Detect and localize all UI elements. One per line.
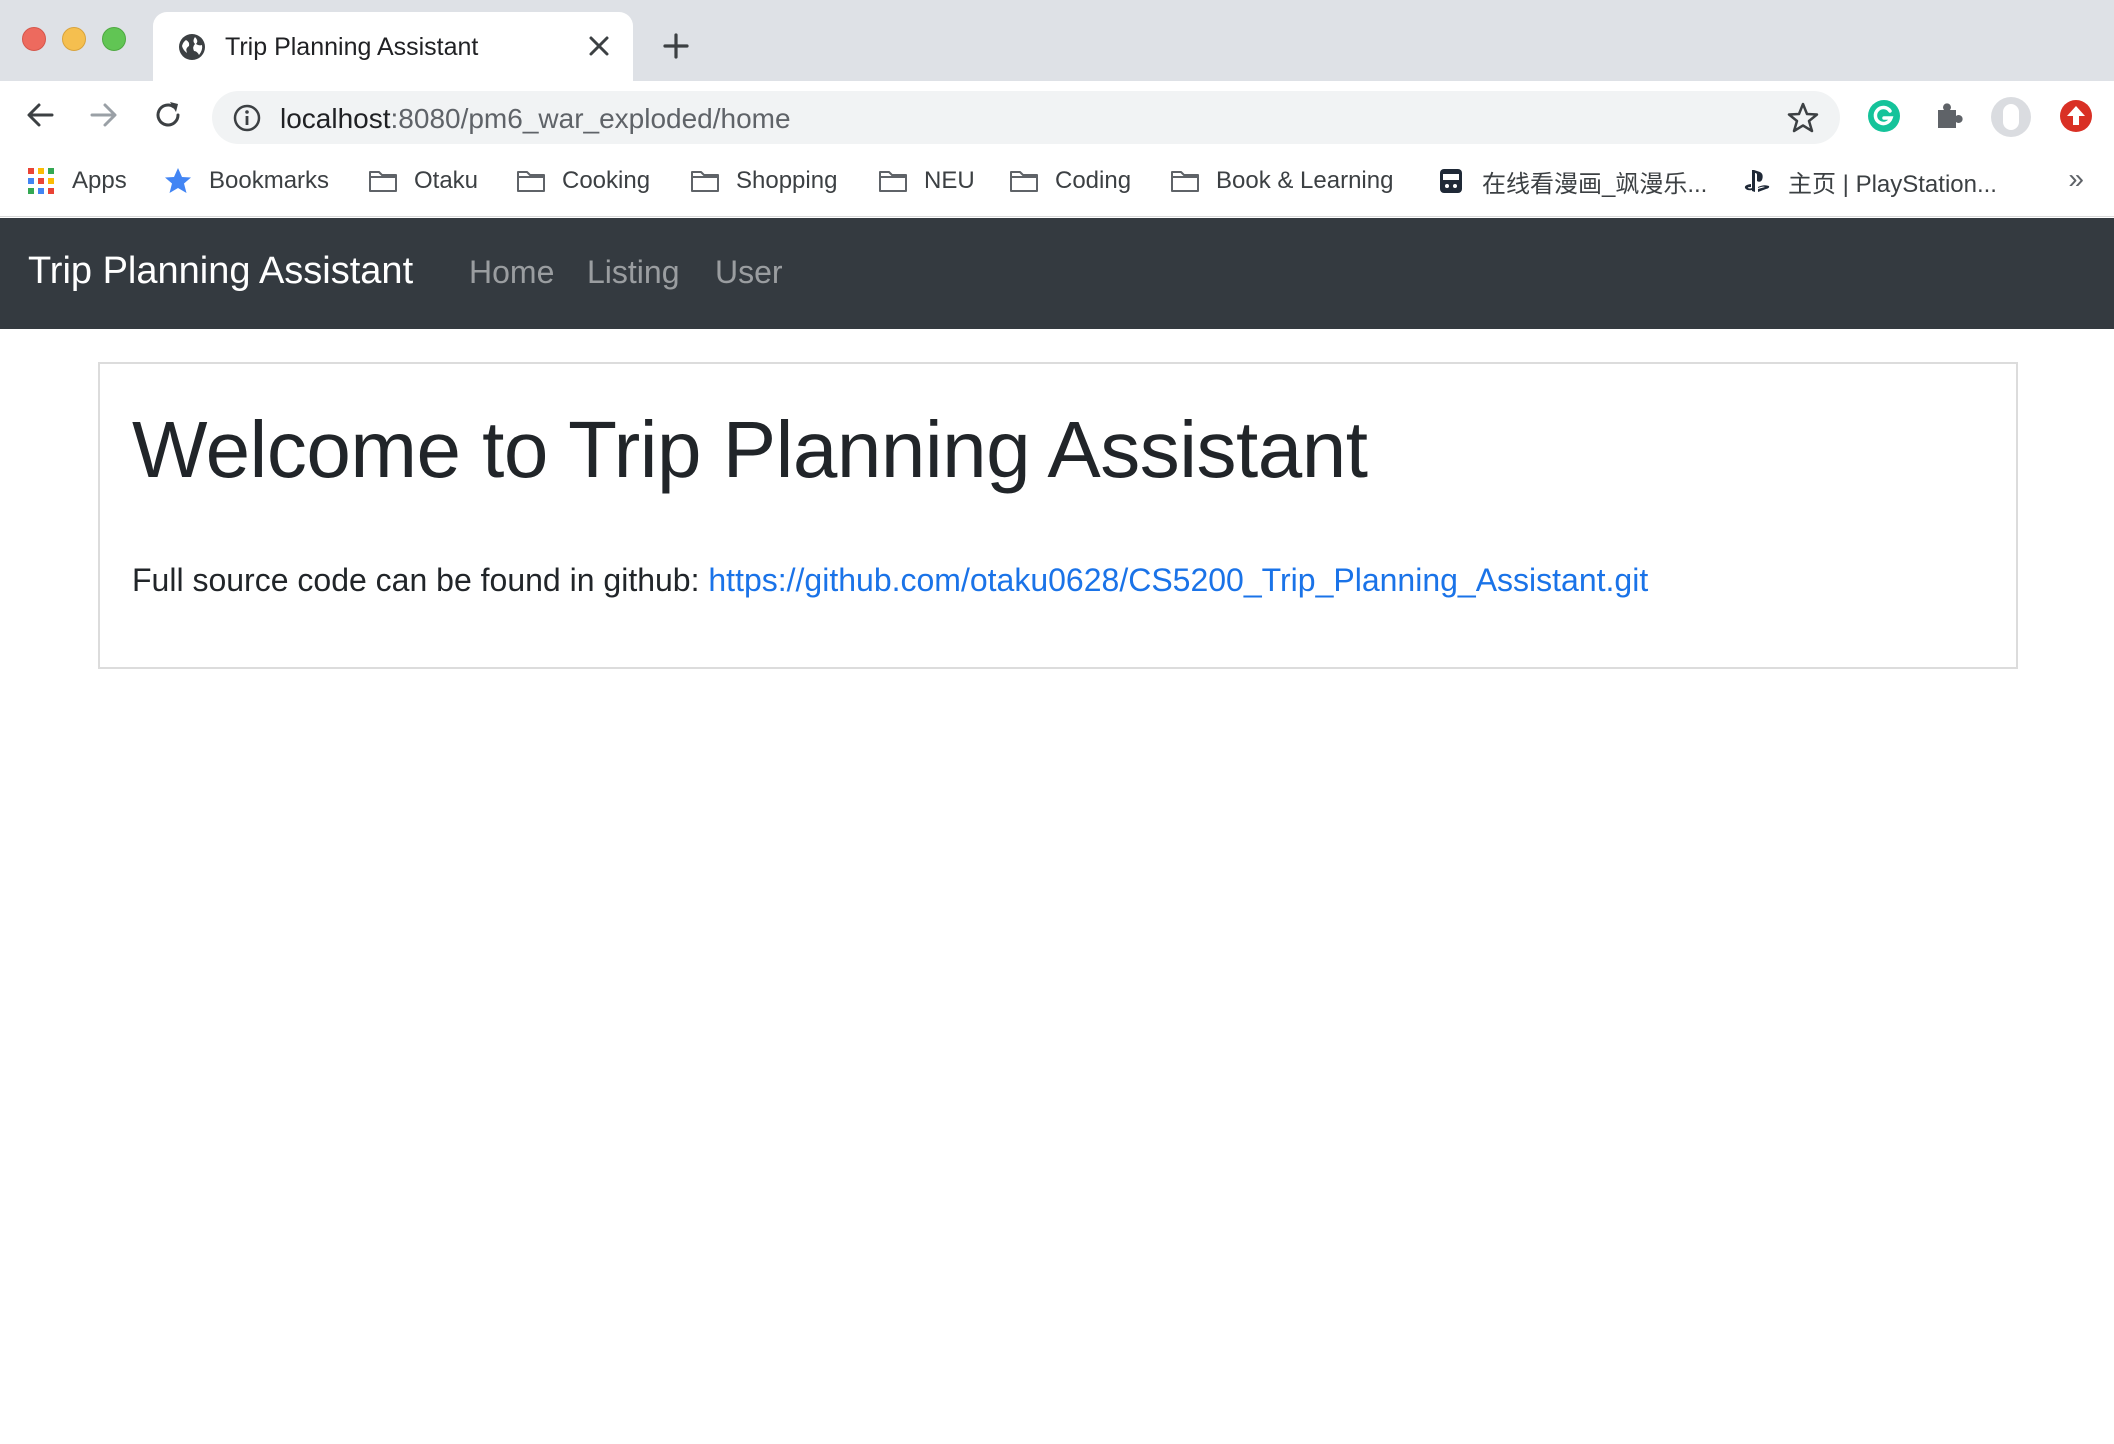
update-arrow-icon[interactable] <box>2058 98 2094 134</box>
page-title: Welcome to Trip Planning Assistant <box>132 405 1368 494</box>
url-path: :8080/pm6_war_exploded/home <box>390 103 791 134</box>
globe-icon <box>179 34 205 60</box>
bookmark-label: 在线看漫画_飒漫乐... <box>1482 170 1708 198</box>
extensions-puzzle-icon[interactable] <box>1930 98 1966 134</box>
bookmark-playstation[interactable]: 主页 | PlayStation... <box>1742 163 1997 199</box>
window-zoom-button[interactable] <box>102 27 126 51</box>
bookmark-folder-book-learning[interactable]: Book & Learning <box>1170 163 1393 199</box>
github-link[interactable]: https://github.com/otaku0628/CS5200_Trip… <box>708 562 1648 598</box>
folder-icon <box>691 171 719 192</box>
navbar-brand[interactable]: Trip Planning Assistant <box>28 250 413 293</box>
window-close-button[interactable] <box>22 27 46 51</box>
grammarly-extension-icon[interactable] <box>1866 98 1902 134</box>
manga-site-icon <box>1440 169 1462 193</box>
bookmark-star-icon[interactable] <box>1786 101 1820 135</box>
tab-strip: Trip Planning Assistant <box>0 0 2114 81</box>
browser-toolbar: localhost:8080/pm6_war_exploded/home <box>0 81 2114 149</box>
bookmark-label: Apps <box>72 167 127 194</box>
bookmark-folder-otaku[interactable]: Otaku <box>368 163 478 199</box>
tab-close-icon[interactable] <box>583 30 615 62</box>
bookmark-folder-coding[interactable]: Coding <box>1009 163 1131 199</box>
folder-icon <box>1171 171 1199 192</box>
tab-title: Trip Planning Assistant <box>225 33 479 61</box>
source-code-text: Full source code can be found in github: <box>132 562 709 598</box>
window-minimize-button[interactable] <box>62 27 86 51</box>
bookmark-label: Coding <box>1055 167 1132 194</box>
nav-link-listing[interactable]: Listing <box>587 254 680 291</box>
playstation-icon <box>1744 170 1770 192</box>
bookmark-label: Otaku <box>414 167 479 194</box>
bookmark-folder-cooking[interactable]: Cooking <box>516 163 650 199</box>
reload-icon[interactable] <box>146 93 190 137</box>
nav-link-home[interactable]: Home <box>469 254 554 291</box>
bookmark-label: NEU <box>924 167 975 194</box>
bookmark-label: Bookmarks <box>209 167 330 194</box>
forward-arrow-icon[interactable] <box>82 93 126 137</box>
bookmark-folder-neu[interactable]: NEU <box>878 163 975 199</box>
nav-link-user[interactable]: User <box>715 254 783 291</box>
bookmark-bookmarks[interactable]: Bookmarks <box>163 163 329 199</box>
folder-icon <box>1010 171 1038 192</box>
bookmark-manga-site[interactable]: 在线看漫画_飒漫乐... <box>1436 163 1707 199</box>
folder-icon <box>879 171 907 192</box>
site-navbar: Trip Planning Assistant Home Listing Use… <box>0 218 2114 329</box>
site-info-icon[interactable] <box>232 103 262 133</box>
welcome-panel: Welcome to Trip Planning Assistant Full … <box>98 362 2018 669</box>
bookmark-apps[interactable]: Apps <box>26 163 127 199</box>
address-bar[interactable]: localhost:8080/pm6_war_exploded/home <box>212 91 1840 144</box>
apps-grid-icon <box>28 168 54 194</box>
source-code-note: Full source code can be found in github:… <box>132 562 1648 599</box>
url-text[interactable]: localhost:8080/pm6_war_exploded/home <box>280 103 791 135</box>
bookmark-label: Book & Learning <box>1216 167 1394 194</box>
star-icon <box>165 168 191 193</box>
back-arrow-icon[interactable] <box>18 93 62 137</box>
new-tab-plus-icon[interactable] <box>656 26 696 66</box>
bookmarks-bar: Apps Bookmarks Otaku Cooking Shopping NE… <box>0 149 2114 217</box>
browser-tab[interactable]: Trip Planning Assistant <box>153 12 633 81</box>
bookmarks-overflow-chevron-icon[interactable]: » <box>2068 163 2084 195</box>
bookmark-label: Shopping <box>736 167 838 194</box>
folder-icon <box>517 171 545 192</box>
url-host: localhost <box>280 103 391 134</box>
folder-icon <box>369 171 397 192</box>
bookmark-label: 主页 | PlayStation... <box>1788 170 1997 198</box>
bookmark-label: Cooking <box>562 167 651 194</box>
bookmark-folder-shopping[interactable]: Shopping <box>690 163 837 199</box>
profile-avatar-icon[interactable] <box>1990 96 2032 138</box>
